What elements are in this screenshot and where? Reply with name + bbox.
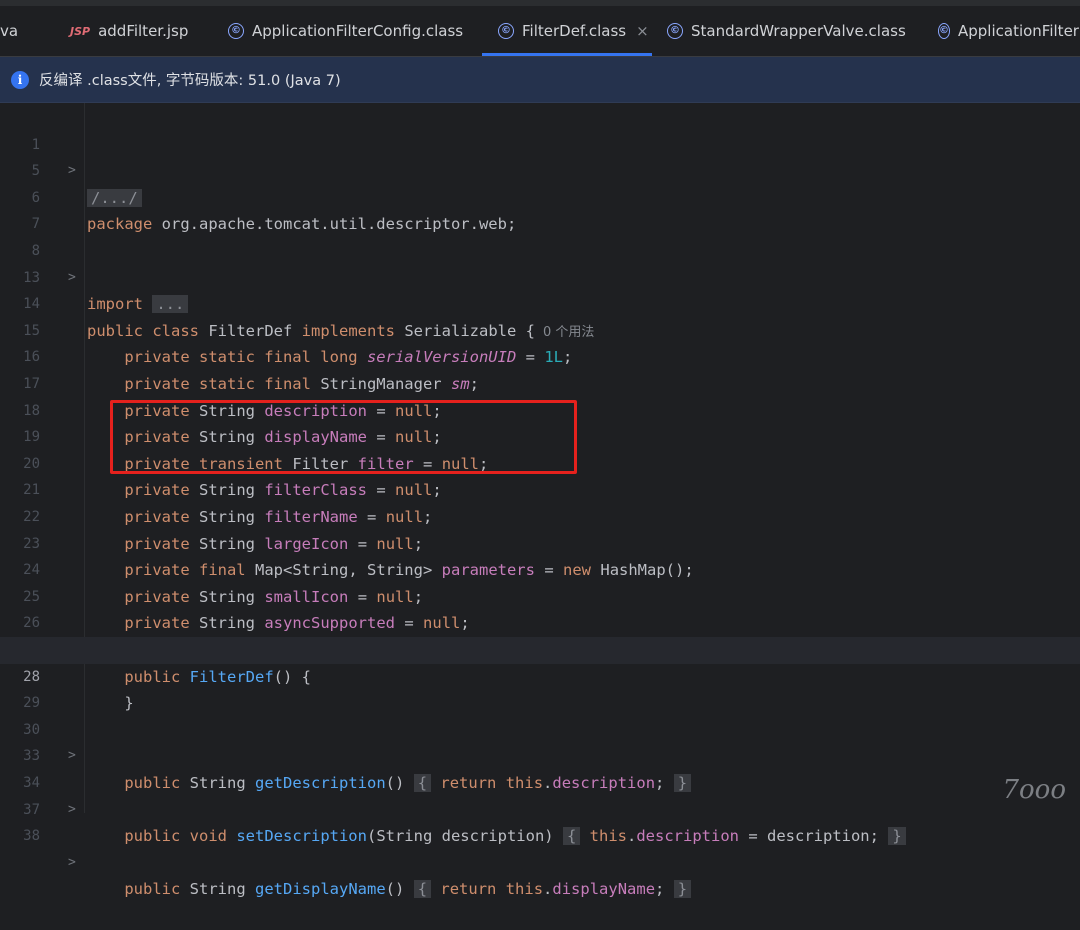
code-line: 7: [0, 185, 1080, 232]
class-file-icon: ©: [498, 23, 514, 39]
code-line: 26: [0, 584, 1080, 631]
code-line: 17 private String description = null;: [0, 344, 1080, 420]
code-line: 33: [0, 717, 1080, 764]
code-line: 27 public FilterDef() {: [0, 610, 1080, 686]
tab-label: va: [0, 22, 19, 40]
watermark-logo: 7ooo: [1002, 775, 1066, 805]
class-file-icon: ©: [938, 23, 950, 39]
code-line: 14 public class FilterDef implements Ser…: [0, 265, 1080, 340]
tab-applicationfilterconfig[interactable]: © ApplicationFilterConfig.class: [228, 6, 476, 56]
class-file-icon: ©: [667, 23, 683, 39]
line-number: 38: [23, 828, 40, 845]
tab-label: addFilter.jsp: [98, 22, 189, 40]
code-line: 22 private String largeIcon = null;: [0, 477, 1080, 553]
tab-applicationfilter-partial[interactable]: © ApplicationFilterF: [938, 6, 1080, 56]
tab-label: ApplicationFilterF: [958, 22, 1080, 40]
code-line: 25 private String asyncSupported = null;: [0, 557, 1080, 633]
code-line: 13: [0, 238, 1080, 286]
code-line: 34 > public void setDescription(String d…: [0, 743, 1080, 846]
tab-label: ApplicationFilterConfig.class: [252, 22, 464, 40]
tab-label: StandardWrapperValve.class: [691, 22, 906, 40]
tab-addfilter-jsp[interactable]: JSP addFilter.jsp: [70, 6, 210, 56]
class-file-icon: ©: [228, 23, 244, 39]
code-line: 5: [0, 132, 1080, 179]
jsp-file-icon: JSP: [70, 24, 91, 38]
code-line: 1 > /.../: [0, 105, 1080, 207]
decompiled-info-banner: i 反编译 .class文件, 字节码版本: 51.0 (Java 7): [0, 57, 1080, 103]
code-line: 30 > public String getDescription() { re…: [0, 690, 1080, 792]
code-line: 24 private String smallIcon = null;: [0, 531, 1080, 606]
code-line: 15 private static final long serialVersi…: [0, 291, 1080, 367]
tab-filterdef[interactable]: © FilterDef.class ×: [482, 6, 652, 56]
code-line: 8 > import ...: [0, 211, 1080, 314]
highlight-box-filter-fields: [110, 400, 577, 474]
editor-tab-bar: va JSP addFilter.jsp © ApplicationFilter…: [0, 6, 1080, 57]
code-line-current: 28 }: [0, 637, 1080, 712]
code-line: 6 package org.apache.tomcat.util.descrip…: [0, 158, 1080, 234]
tab-partial-java[interactable]: va: [0, 6, 50, 56]
info-icon: i: [11, 70, 29, 89]
code-line: 18 private String displayName = null;: [0, 371, 1080, 447]
close-icon[interactable]: ×: [636, 22, 649, 40]
code-line: 38 > public String getDisplayName() { re…: [0, 797, 1080, 899]
code-line: 16 private static final StringManager sm…: [0, 318, 1080, 393]
tab-standardwrappervalve[interactable]: © StandardWrapperValve.class: [667, 6, 907, 56]
fold-arrow-icon[interactable]: >: [68, 850, 76, 877]
code-line: 37: [0, 770, 1080, 818]
banner-text: 反编译 .class文件, 字节码版本: 51.0 (Java 7): [39, 73, 341, 89]
code-line: 23 private final Map<String, String> par…: [0, 504, 1080, 580]
tab-label: FilterDef.class: [522, 22, 627, 40]
code-line: 29: [0, 664, 1080, 711]
